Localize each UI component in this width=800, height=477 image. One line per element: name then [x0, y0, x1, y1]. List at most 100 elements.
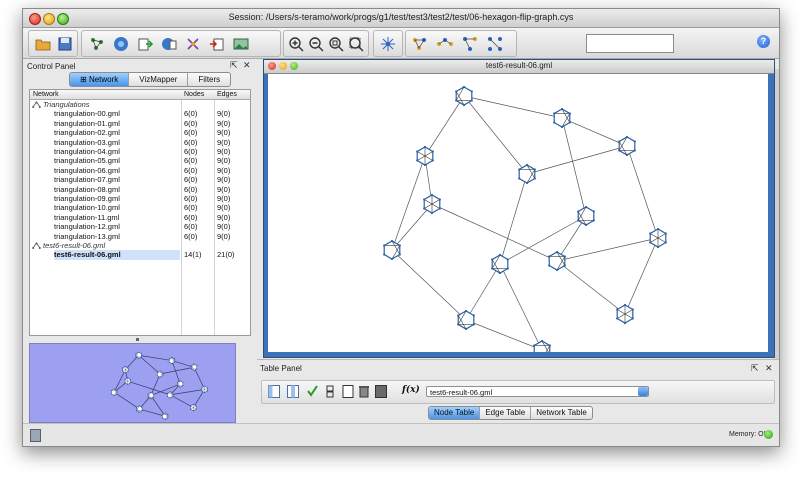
graph-edge[interactable]	[556, 260, 626, 315]
graph-node[interactable]	[190, 403, 197, 412]
graph-node[interactable]	[616, 303, 634, 325]
network-list-item[interactable]: triangulation-13.gml 6(0) 9(0)	[30, 232, 250, 241]
zoom-selected-icon[interactable]	[347, 35, 365, 53]
console-icon[interactable]	[30, 429, 41, 442]
import-table-icon[interactable]	[160, 35, 178, 53]
network-list-item[interactable]: triangulation-03.gml 6(0) 9(0)	[30, 138, 250, 147]
image-icon[interactable]	[232, 35, 250, 53]
select-columns-icon[interactable]	[268, 385, 280, 398]
network-list-item[interactable]: triangulation-12.gml 6(0) 9(0)	[30, 222, 250, 231]
network-canvas[interactable]	[268, 74, 768, 352]
tab-node-table[interactable]: Node Table	[429, 407, 481, 419]
graph-edge[interactable]	[170, 394, 194, 408]
network-list-item[interactable]: triangulation-08.gml 6(0) 9(0)	[30, 185, 250, 194]
unselect-icon[interactable]	[324, 385, 336, 398]
graph-edge[interactable]	[193, 389, 205, 408]
graph-node[interactable]	[577, 205, 595, 227]
network-list-item[interactable]: triangulation-02.gml 6(0) 9(0)	[30, 128, 250, 137]
graph-edge[interactable]	[561, 117, 587, 217]
tab-network[interactable]: ⊞ Network	[70, 73, 130, 86]
import-icon[interactable]	[136, 35, 154, 53]
network-list-item[interactable]: triangulation-10.gml 6(0) 9(0)	[30, 203, 250, 212]
network-list-item[interactable]: triangulation-07.gml 6(0) 9(0)	[30, 175, 250, 184]
float-table-panel-icon[interactable]: ⇱	[751, 363, 759, 374]
graph-edge[interactable]	[391, 155, 426, 251]
graph-edge[interactable]	[499, 215, 587, 265]
network-list-item[interactable]: triangulation-11.gml 6(0) 9(0)	[30, 213, 250, 222]
search-input[interactable]	[586, 34, 674, 53]
graph-node[interactable]	[618, 135, 636, 157]
show-icon[interactable]	[436, 35, 454, 53]
network-overview-navigator[interactable]	[29, 343, 236, 423]
table-settings-icon[interactable]	[375, 385, 387, 398]
network-select-dropdown[interactable]: test6-result-06.gml	[426, 386, 649, 397]
layout-icon[interactable]	[88, 35, 106, 53]
network-view-titlebar[interactable]: test6-result-06.gml	[264, 60, 774, 74]
float-panel-icon[interactable]: ⇱	[230, 60, 238, 71]
zoom-out-icon[interactable]	[307, 35, 325, 53]
graph-edge[interactable]	[127, 380, 171, 396]
tab-network-table[interactable]: Network Table	[531, 407, 592, 419]
tab-vizmapper[interactable]: VizMapper	[129, 73, 189, 86]
graph-edge[interactable]	[424, 95, 465, 157]
hide-icon[interactable]	[411, 35, 429, 53]
column-header-network[interactable]: Network	[33, 91, 59, 98]
select-first-neighbors-icon[interactable]	[461, 35, 479, 53]
network-overview-icon[interactable]	[379, 35, 397, 53]
select-all-icon[interactable]	[306, 385, 318, 398]
network-list-item[interactable]: triangulation-00.gml 6(0) 9(0)	[30, 109, 250, 118]
close-table-panel-icon[interactable]: ✕	[765, 363, 773, 374]
graph-edge[interactable]	[499, 173, 528, 265]
network-list-item[interactable]: triangulation-06.gml 6(0) 9(0)	[30, 166, 250, 175]
graph-node[interactable]	[491, 253, 509, 275]
graph-edge[interactable]	[624, 237, 659, 315]
graph-node[interactable]	[168, 356, 176, 365]
graph-edge[interactable]	[556, 237, 659, 262]
network-list-item[interactable]: triangulation-01.gml 6(0) 9(0)	[30, 119, 250, 128]
graph-node[interactable]	[518, 163, 536, 185]
graph-edge[interactable]	[465, 263, 501, 321]
graph-node[interactable]	[455, 85, 473, 107]
right-scroll-strip[interactable]	[775, 69, 779, 359]
graph-edge[interactable]	[561, 117, 628, 147]
memory-ok-icon[interactable]	[764, 430, 773, 439]
tab-filters[interactable]: Filters	[188, 73, 230, 86]
graph-edge[interactable]	[113, 391, 140, 410]
graph-edge[interactable]	[526, 145, 628, 175]
graph-edge[interactable]	[193, 367, 205, 390]
graph-edge[interactable]	[170, 389, 205, 396]
graph-node[interactable]	[156, 370, 164, 378]
graph-node[interactable]	[533, 339, 551, 352]
open-folder-icon[interactable]	[34, 35, 52, 53]
graph-node[interactable]	[110, 388, 118, 396]
delete-attribute-icon[interactable]	[358, 385, 370, 398]
graph-edge[interactable]	[499, 263, 543, 351]
graph-node[interactable]	[161, 412, 169, 420]
network-icon[interactable]	[112, 35, 130, 53]
graph-node[interactable]	[124, 377, 132, 385]
splitter-handle[interactable]	[136, 338, 139, 341]
window-titlebar[interactable]: Session: /Users/s-teramo/work/progs/g1/t…	[23, 9, 779, 28]
network-group-row[interactable]: test6-result-06.gml	[30, 241, 250, 250]
function-builder-icon[interactable]: f(x)	[402, 385, 420, 395]
save-icon[interactable]	[56, 35, 74, 53]
graph-node[interactable]	[649, 227, 667, 249]
zoom-in-icon[interactable]	[287, 35, 305, 53]
graph-node[interactable]	[416, 145, 434, 167]
graph-edge[interactable]	[171, 360, 181, 385]
network-list-item[interactable]: triangulation-04.gml 6(0) 9(0)	[30, 147, 250, 156]
graph-node[interactable]	[553, 107, 571, 129]
select-nodes-icon[interactable]	[486, 35, 504, 53]
graph-edge[interactable]	[113, 369, 126, 393]
graph-node[interactable]	[457, 309, 475, 331]
tab-edge-table[interactable]: Edge Table	[480, 407, 532, 419]
network-group-row[interactable]: Triangulations	[30, 100, 250, 109]
column-layout-icon[interactable]	[287, 385, 299, 398]
export-icon[interactable]	[208, 35, 226, 53]
close-panel-icon[interactable]: ✕	[243, 60, 251, 71]
attribute-icon[interactable]	[184, 35, 202, 53]
graph-node[interactable]	[201, 385, 208, 394]
network-list-item[interactable]: triangulation-09.gml 6(0) 9(0)	[30, 194, 250, 203]
graph-edge[interactable]	[391, 249, 467, 321]
column-header-nodes[interactable]: Nodes	[184, 91, 204, 98]
